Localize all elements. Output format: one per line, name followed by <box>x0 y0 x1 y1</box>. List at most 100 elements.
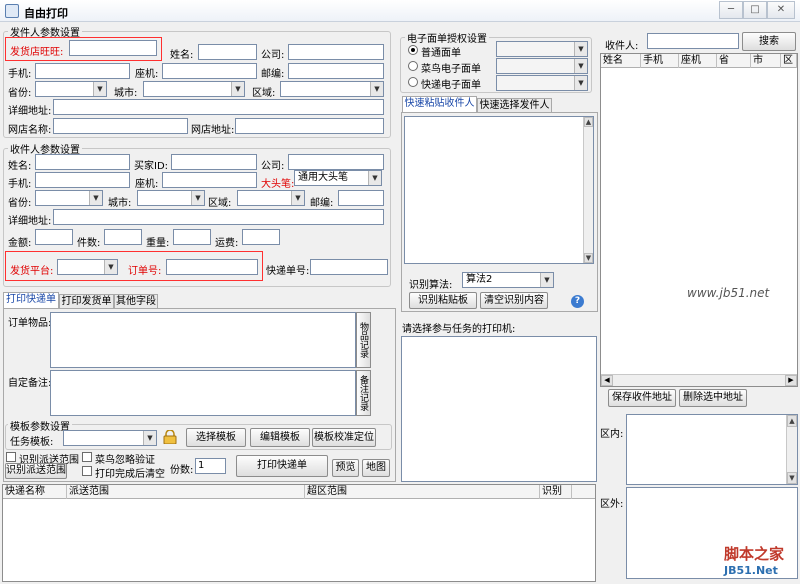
receiver-mobile-input[interactable] <box>35 172 130 188</box>
col-over-range: 超区范围 <box>305 485 540 499</box>
printer-label: 请选择参与任务的打印机: <box>402 324 516 335</box>
search-receiver-input[interactable] <box>647 33 739 49</box>
sender-company-input[interactable] <box>288 44 384 60</box>
printer-list[interactable] <box>401 336 597 482</box>
amount-input[interactable] <box>35 229 73 245</box>
tab-print-express[interactable]: 打印快递单 <box>3 292 59 309</box>
receiver-city-select[interactable]: ▼ <box>137 190 205 206</box>
scroll-left-icon[interactable]: ◀ <box>601 375 613 386</box>
outside-label: 区外: <box>600 499 624 510</box>
scroll-up-icon[interactable]: ▲ <box>787 415 797 427</box>
search-button[interactable]: 搜索 <box>742 32 796 51</box>
paste-textarea[interactable] <box>404 116 594 264</box>
preview-button[interactable]: 预览 <box>332 459 359 477</box>
algo-label: 识别算法: <box>409 280 453 291</box>
express-no-input[interactable] <box>310 259 388 275</box>
minimize-button[interactable]: ─ <box>719 1 743 19</box>
calibrate-template-button[interactable]: 模板校准定位 <box>312 428 376 447</box>
tab-select-sender[interactable]: 快速选择发件人 <box>477 98 552 113</box>
tab-other-fields[interactable]: 其他字段 <box>114 294 158 309</box>
receiver-address-input[interactable] <box>53 209 384 225</box>
eface-radio-normal[interactable] <box>408 45 418 55</box>
algo-value: 算法2 <box>466 274 493 285</box>
task-template-select[interactable]: ▼ <box>63 430 157 446</box>
sender-company-label: 公司: <box>261 50 285 61</box>
order-no-input[interactable] <box>166 259 258 275</box>
eface-select-2[interactable]: ▼ <box>496 58 588 74</box>
shop-name-input[interactable] <box>53 118 188 134</box>
bighead-select[interactable]: 通用大头笔 ▼ <box>294 170 382 186</box>
receiver-company-input[interactable] <box>288 154 384 170</box>
col-name: 姓名 <box>601 54 641 68</box>
receiver-district-select[interactable]: ▼ <box>237 190 305 206</box>
pieces-input[interactable] <box>104 229 142 245</box>
select-template-button[interactable]: 选择模板 <box>186 428 246 447</box>
clear-identify-button[interactable]: 清空识别内容 <box>480 292 548 309</box>
remark-textarea[interactable] <box>50 370 356 416</box>
sender-name-input[interactable] <box>198 44 257 60</box>
save-receiver-button[interactable]: 保存收件地址 <box>608 389 676 407</box>
shop-url-input[interactable] <box>235 118 384 134</box>
copies-input[interactable]: 1 <box>195 458 226 474</box>
algo-select[interactable]: 算法2 ▼ <box>462 272 554 288</box>
identify-range-button[interactable]: 识别派送范围 <box>5 463 67 479</box>
wangwang-input[interactable] <box>69 40 157 56</box>
eface-option-express: 快递电子面单 <box>421 80 481 91</box>
edit-template-button[interactable]: 编辑模板 <box>250 428 310 447</box>
tab-paste-receiver[interactable]: 快速粘贴收件人 <box>402 96 477 113</box>
close-button[interactable]: ✕ <box>767 1 795 19</box>
identify-range-checkbox[interactable] <box>6 452 16 462</box>
freight-input[interactable] <box>242 229 280 245</box>
receiver-zip-input[interactable] <box>338 190 384 206</box>
scroll-right-icon[interactable]: ▶ <box>785 375 797 386</box>
order-items-textarea[interactable] <box>50 312 356 368</box>
sender-phone-input[interactable] <box>162 63 257 79</box>
receiver-phone-input[interactable] <box>162 172 257 188</box>
search-receiver-label: 收件人: <box>605 41 639 52</box>
buyer-id-input[interactable] <box>171 154 257 170</box>
scroll-up-icon[interactable]: ▲ <box>584 117 593 127</box>
order-no-label: 订单号: <box>128 266 162 277</box>
cainiao-check-label: 菜鸟忽略验证 <box>95 455 155 466</box>
remark-record-button[interactable]: 备注记录 <box>356 370 371 416</box>
col-district: 区 <box>781 54 797 68</box>
watermark-logo-url: JB51.Net <box>724 564 778 577</box>
eface-select-1[interactable]: ▼ <box>496 41 588 57</box>
sender-province-select[interactable]: ▼ <box>35 81 107 97</box>
sender-city-select[interactable]: ▼ <box>143 81 245 97</box>
freight-label: 运费: <box>215 238 239 249</box>
map-button[interactable]: 地图 <box>362 459 390 477</box>
receiver-name-input[interactable] <box>35 154 130 170</box>
clear-after-print-checkbox[interactable] <box>82 466 92 476</box>
inside-textarea[interactable] <box>626 414 798 485</box>
sender-address-input[interactable] <box>53 99 384 115</box>
help-icon[interactable]: ? <box>571 295 584 308</box>
range-table[interactable]: 快递名称 派送范围 超区范围 识别 <box>2 484 596 582</box>
receiver-table[interactable]: 姓名 手机 座机 省 市 区 ◀ ▶ <box>600 53 798 387</box>
scroll-down-icon[interactable]: ▼ <box>787 472 797 484</box>
sender-zip-label: 邮编: <box>261 69 285 80</box>
window-title: 自由打印 <box>24 7 68 20</box>
receiver-province-select[interactable]: ▼ <box>35 190 103 206</box>
identify-paste-button[interactable]: 识别粘贴板 <box>409 292 477 309</box>
bighead-label: 大头笔: <box>261 179 295 190</box>
weight-input[interactable] <box>173 229 211 245</box>
restore-button[interactable]: □ <box>743 1 767 19</box>
sender-district-select[interactable]: ▼ <box>280 81 384 97</box>
paste-scrollbar[interactable]: ▲ ▼ <box>583 117 593 263</box>
inside-scrollbar[interactable]: ▲ ▼ <box>786 415 797 484</box>
tab-print-delivery[interactable]: 打印发货单 <box>59 294 114 309</box>
item-record-button[interactable]: 物品记录 <box>356 312 371 368</box>
receiver-table-hscrollbar[interactable]: ◀ ▶ <box>601 374 797 386</box>
platform-select[interactable]: ▼ <box>57 259 118 275</box>
sender-mobile-input[interactable] <box>35 63 130 79</box>
chevron-down-icon: ▼ <box>191 191 204 205</box>
eface-radio-express[interactable] <box>408 77 418 87</box>
eface-radio-cainiao[interactable] <box>408 61 418 71</box>
scroll-down-icon[interactable]: ▼ <box>584 253 593 263</box>
print-express-button[interactable]: 打印快递单 <box>236 455 328 477</box>
sender-zip-input[interactable] <box>288 63 384 79</box>
delete-selected-button[interactable]: 删除选中地址 <box>679 389 747 407</box>
cainiao-checkbox[interactable] <box>82 452 92 462</box>
eface-select-3[interactable]: ▼ <box>496 75 588 91</box>
